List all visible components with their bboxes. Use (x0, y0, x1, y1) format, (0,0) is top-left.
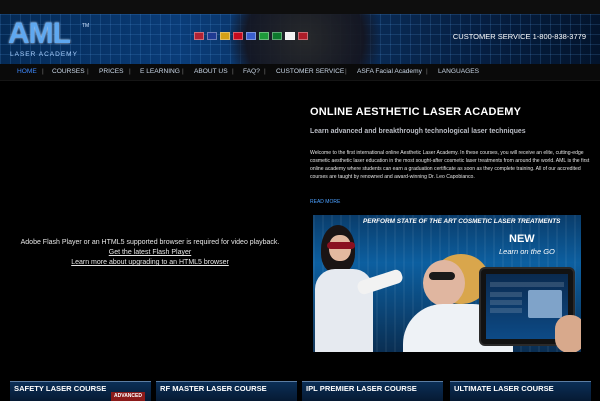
promo-headline: PERFORM STATE OF THE ART COSMETIC LASER … (363, 218, 561, 225)
nav-separator: | (232, 68, 234, 75)
main-nav: HOME COURSES PRICES E LEARNING ABOUT US FAQ? C… (0, 64, 600, 81)
nav-item-customer-service[interactable]: CUSTOMER SERVICE (276, 68, 344, 75)
japan-flag[interactable] (285, 32, 295, 40)
course-tile-title: RF MASTER LASER COURSE (160, 384, 267, 393)
course-tile[interactable]: ULTIMATE LASER COURSE (450, 381, 591, 401)
intro-paragraph: Welcome to the first international onlin… (310, 150, 590, 180)
italy-flag[interactable] (259, 32, 269, 40)
course-tile[interactable]: SAFETY LASER COURSE ADVANCED (10, 381, 151, 401)
nav-item-courses[interactable]: COURSES (52, 68, 85, 75)
nav-separator: | (426, 68, 428, 75)
aml-logo[interactable]: AML TM LASER ACADEMY (8, 17, 89, 60)
video-player: Adobe Flash Player or an HTML5 supported… (0, 84, 300, 374)
nav-separator: | (87, 68, 89, 75)
html5-upgrade-link[interactable]: Learn more about upgrading to an HTML5 b… (0, 259, 300, 266)
logo-wordmark: AML (8, 17, 71, 50)
nav-separator: | (42, 68, 44, 75)
nav-separator: | (129, 68, 131, 75)
promo-tagline: Learn on the GO (499, 247, 555, 256)
nav-item-faq[interactable]: FAQ? (243, 68, 260, 75)
nav-item-asfa-facial-academy[interactable]: ASFA Facial Academy (357, 68, 422, 75)
spain-flag[interactable] (233, 32, 243, 40)
nav-item-prices[interactable]: PRICES (99, 68, 124, 75)
course-tile-title: IPL PREMIER LASER COURSE (306, 384, 417, 393)
logo-subtitle: LASER ACADEMY (10, 51, 78, 58)
language-flags (194, 32, 308, 40)
nav-item-about-us[interactable]: ABOUT US (194, 68, 228, 75)
promo-new-label: NEW (509, 233, 535, 245)
page-subtitle: Learn advanced and breakthrough technolo… (310, 128, 526, 135)
course-tile[interactable]: RF MASTER LASER COURSE (156, 381, 297, 401)
nav-separator: | (264, 68, 266, 75)
customer-service-phone: CUSTOMER SERVICE 1-800-838-3779 (452, 32, 586, 41)
top-strip (0, 0, 600, 14)
nav-item-e-learning[interactable]: E LEARNING (140, 68, 180, 75)
promo-banner[interactable]: PERFORM STATE OF THE ART COSMETIC LASER … (313, 215, 581, 352)
course-tile-title: SAFETY LASER COURSE (14, 384, 107, 393)
video-fallback-message: Adobe Flash Player or an HTML5 supported… (20, 239, 280, 246)
course-tile[interactable]: IPL PREMIER LASER COURSE (302, 381, 443, 401)
nav-item-languages[interactable]: LANGUAGES (438, 68, 479, 75)
nav-item-home[interactable]: HOME (17, 68, 37, 75)
hand-image (555, 315, 581, 352)
russia-flag[interactable] (246, 32, 256, 40)
page-title: ONLINE AESTHETIC LASER ACADEMY (310, 106, 522, 118)
netherlands-flag[interactable] (298, 32, 308, 40)
course-tile-title: ULTIMATE LASER COURSE (454, 384, 554, 393)
nav-separator: | (345, 68, 347, 75)
logo-trademark: TM (82, 23, 90, 29)
germany-flag[interactable] (220, 32, 230, 40)
read-more-link[interactable]: READ MORE (310, 199, 340, 205)
uk-flag[interactable] (207, 32, 217, 40)
usa-flag[interactable] (194, 32, 204, 40)
nav-separator: | (182, 68, 184, 75)
portugal-flag[interactable] (272, 32, 282, 40)
site-header: AML TM LASER ACADEMY CUSTOMER SERVICE 1-… (0, 14, 600, 64)
flash-player-link[interactable]: Get the latest Flash Player (0, 249, 300, 256)
